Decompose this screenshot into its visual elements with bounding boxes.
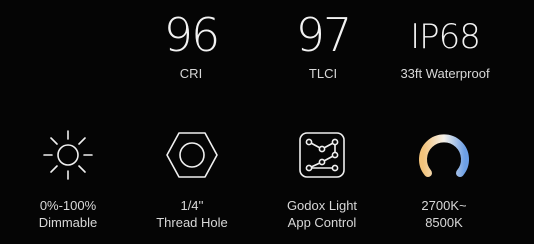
tlci-label: TLCI [308, 66, 338, 81]
thread-label: Thread Hole [156, 215, 228, 230]
cri-value: 96 [163, 8, 221, 62]
spec-banner: 96 CRI 97 TLCI IP68 33ft Waterproof 0%-1… [0, 0, 534, 244]
app-label: App Control [287, 215, 357, 230]
tlci-value: 97 [295, 8, 353, 62]
sun-icon [43, 130, 93, 180]
feature-thread-hole: 1/4'' Thread Hole [132, 127, 252, 231]
spec-waterproof: IP68 33ft Waterproof [380, 12, 510, 81]
color-temperature-ring-icon [419, 134, 469, 177]
dimming-label: Dimmable [38, 215, 98, 230]
feature-dimmable: 0%-100% Dimmable [8, 127, 128, 231]
thread-size: 1/4'' [180, 198, 204, 213]
app-brand: Godox Light [286, 198, 358, 213]
cct-range-end: 8500K [425, 215, 463, 230]
spec-tlci: 97 TLCI [268, 12, 378, 81]
ip-rating-value: IP68 [410, 17, 481, 57]
feature-color-temperature: 2700K~ 8500K [384, 127, 504, 231]
waterproof-label: 33ft Waterproof [400, 66, 490, 81]
spec-cri: 96 CRI [136, 12, 246, 81]
feature-app-control: Godox Light App Control [262, 127, 382, 231]
dimming-range: 0%-100% [39, 198, 97, 213]
hexagon-nut-icon [166, 132, 218, 178]
cri-label: CRI [179, 66, 203, 81]
cct-range-start: 2700K~ [421, 198, 467, 213]
app-grid-icon [299, 132, 345, 178]
